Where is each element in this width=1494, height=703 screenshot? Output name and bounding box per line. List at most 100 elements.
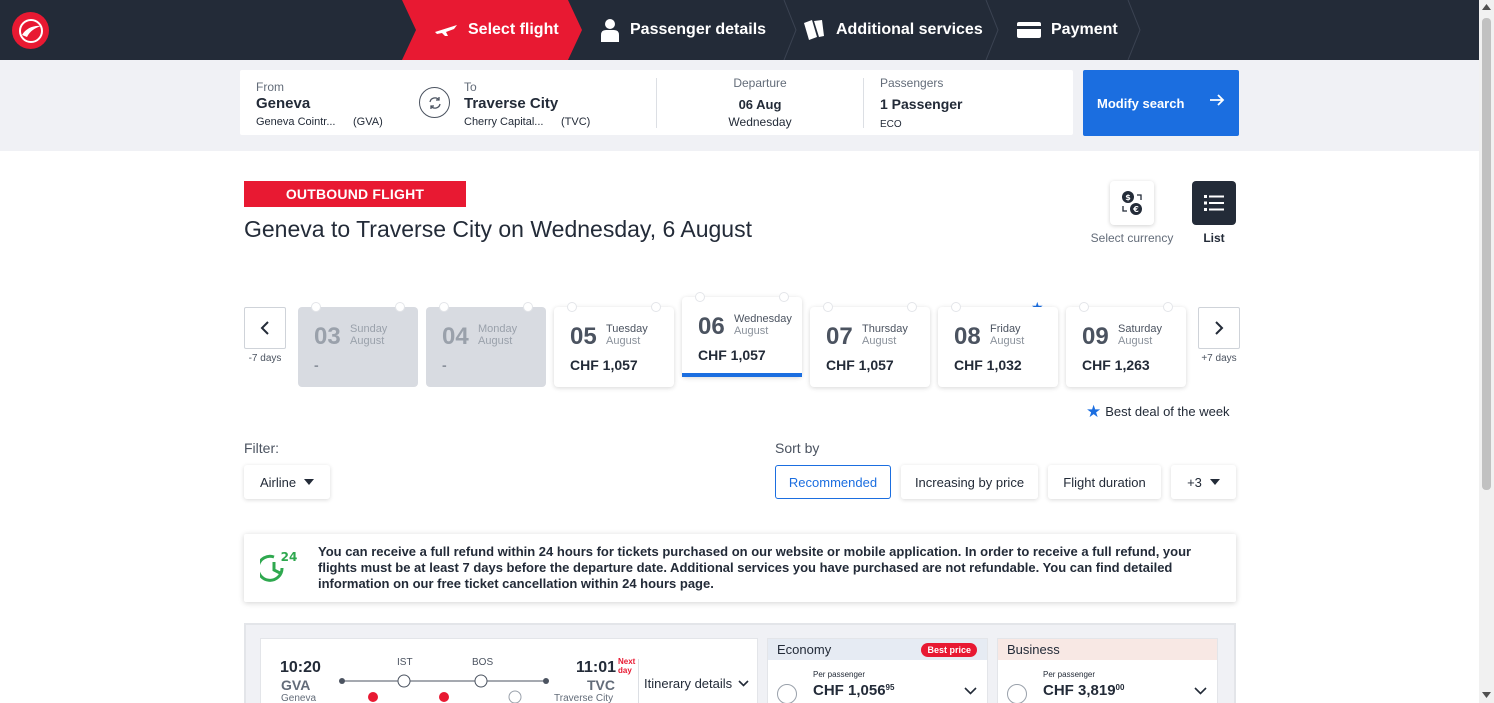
list-icon <box>1204 195 1224 211</box>
date-price: - <box>314 357 319 373</box>
refund-notice-text: You can receive a full refund within 24 … <box>318 544 1192 591</box>
economy-radio[interactable] <box>777 684 797 703</box>
date-number: 08 <box>954 323 981 350</box>
date-number: 06 <box>698 313 725 340</box>
passengers-label: Passengers <box>880 76 944 90</box>
modify-search-button[interactable]: Modify search <box>1083 70 1239 136</box>
date-weekday: Saturday <box>1118 323 1163 335</box>
passengers-value: 1 Passenger <box>880 96 963 112</box>
next-week-button[interactable] <box>1198 307 1240 349</box>
sort-label: Sort by <box>775 440 820 456</box>
date-weekday: Monday <box>478 323 518 335</box>
arrival-time: 11:01 <box>576 659 617 676</box>
top-navigation: Select flight Passenger details Addition… <box>0 0 1479 60</box>
scrollbar-thumb[interactable] <box>1482 18 1491 490</box>
date-card-09[interactable]: 09 Saturday August CHF 1,263 <box>1066 303 1186 387</box>
economy-price-cents: 95 <box>885 683 895 692</box>
from-airport: Geneva Cointr... <box>256 116 336 128</box>
more-sort-options-dropdown[interactable]: +3 <box>1171 465 1236 499</box>
date-month: August <box>990 335 1025 347</box>
departure-label: Departure <box>733 76 787 90</box>
scroll-down-arrow-icon[interactable] <box>1482 692 1491 698</box>
itinerary-details-button[interactable]: Itinerary details <box>644 676 749 691</box>
business-fare-option[interactable]: Business Per passenger CHF 3,81900 <box>997 638 1218 703</box>
select-currency-button[interactable]: $ € <box>1110 181 1154 225</box>
chevron-right-icon <box>1215 321 1224 335</box>
economy-price: CHF 1,05695 <box>813 682 895 699</box>
selected-date-indicator <box>682 373 802 377</box>
best-deal-label: Best deal of the week <box>1105 404 1230 419</box>
step-separator <box>985 0 999 60</box>
sort-price-button[interactable]: Increasing by price <box>901 465 1038 499</box>
stop-code-1: IST <box>397 657 413 668</box>
ticket-notch <box>696 293 704 301</box>
date-card-06-selected[interactable]: 06 Wednesday August CHF 1,057 <box>682 293 802 377</box>
ticket-notch <box>780 293 788 301</box>
date-card-05[interactable]: 05 Tuesday August CHF 1,057 <box>554 303 674 387</box>
step-label: Additional services <box>836 21 983 38</box>
date-number: 05 <box>570 323 597 350</box>
search-summary[interactable]: From Geneva Geneva Cointr... (GVA) To Tr… <box>240 70 1073 135</box>
departure-date: 06 Aug <box>738 97 782 112</box>
economy-fare-option[interactable]: Economy Best price Per passenger CHF 1,0… <box>767 638 988 703</box>
next-week-label: +7 days <box>1201 353 1237 364</box>
to-label: To <box>464 80 477 94</box>
step-select-flight[interactable]: Select flight <box>402 0 582 60</box>
step-label: Select flight <box>468 21 559 38</box>
ticket-notch <box>568 303 576 311</box>
24h-refund-icon: 24 <box>260 550 297 582</box>
airline-filter-dropdown[interactable]: Airline <box>244 465 330 499</box>
step-payment[interactable]: Payment <box>1017 0 1118 60</box>
ticket-notch <box>396 303 404 311</box>
step-separator <box>783 0 797 60</box>
date-price: CHF 1,057 <box>570 357 638 373</box>
page-title: Geneva to Traverse City on Wednesday, 6 … <box>244 216 752 242</box>
date-card-03: 03 Sunday August - <box>298 303 418 387</box>
business-price: CHF 3,81900 <box>1043 682 1125 699</box>
tickets-icon <box>802 19 826 41</box>
step-passenger-details[interactable]: Passenger details <box>600 0 766 60</box>
step-separator <box>1127 0 1141 60</box>
chevron-down-icon <box>1194 687 1207 695</box>
card-icon <box>1017 22 1041 38</box>
per-passenger-label: Per passenger <box>1043 670 1096 679</box>
swap-icon <box>428 96 441 109</box>
sort-duration-button[interactable]: Flight duration <box>1048 465 1161 499</box>
swap-airports-button[interactable] <box>419 87 450 118</box>
date-month: August <box>478 335 513 347</box>
sort-recommended-button[interactable]: Recommended <box>775 465 891 499</box>
airline-filter-label: Airline <box>259 474 297 490</box>
divider <box>638 659 639 703</box>
sort-option-label: +3 <box>1187 474 1202 490</box>
ticket-notch <box>908 303 916 311</box>
arrival-city: Traverse City <box>554 693 614 703</box>
prev-week-button[interactable] <box>244 307 286 349</box>
date-price: CHF 1,032 <box>954 357 1022 373</box>
airline-logo-icon[interactable] <box>12 12 49 49</box>
divider <box>863 78 864 128</box>
business-radio[interactable] <box>1007 684 1027 703</box>
plane-icon <box>434 23 458 37</box>
date-number: 04 <box>442 323 469 350</box>
departure-day: Wednesday <box>728 115 792 129</box>
date-month: August <box>606 335 641 347</box>
to-airport: Cherry Capital... <box>464 116 544 128</box>
refund-notice: 24 You can receive a full refund within … <box>244 534 1236 602</box>
currency-exchange-icon: $ € <box>1122 191 1142 215</box>
departure-city: Geneva <box>281 693 317 703</box>
date-weekday: Wednesday <box>734 313 792 325</box>
ticket-notch <box>524 303 532 311</box>
list-view-button[interactable] <box>1192 181 1236 225</box>
chevron-down-icon <box>738 680 749 687</box>
chevron-down-icon <box>964 687 977 695</box>
scroll-up-arrow-icon[interactable] <box>1482 4 1491 10</box>
to-city: Traverse City <box>464 95 559 112</box>
cabin-label: Business <box>1007 642 1060 657</box>
chevron-left-icon <box>260 321 269 335</box>
date-card-07[interactable]: 07 Thursday August CHF 1,057 <box>810 303 930 387</box>
date-card-08[interactable]: 08 Friday August CHF 1,032 <box>938 303 1058 387</box>
sort-option-label: Recommended <box>788 474 878 490</box>
business-price-cents: 00 <box>1115 683 1125 692</box>
step-additional-services[interactable]: Additional services <box>802 0 983 60</box>
ticket-notch <box>1164 303 1172 311</box>
